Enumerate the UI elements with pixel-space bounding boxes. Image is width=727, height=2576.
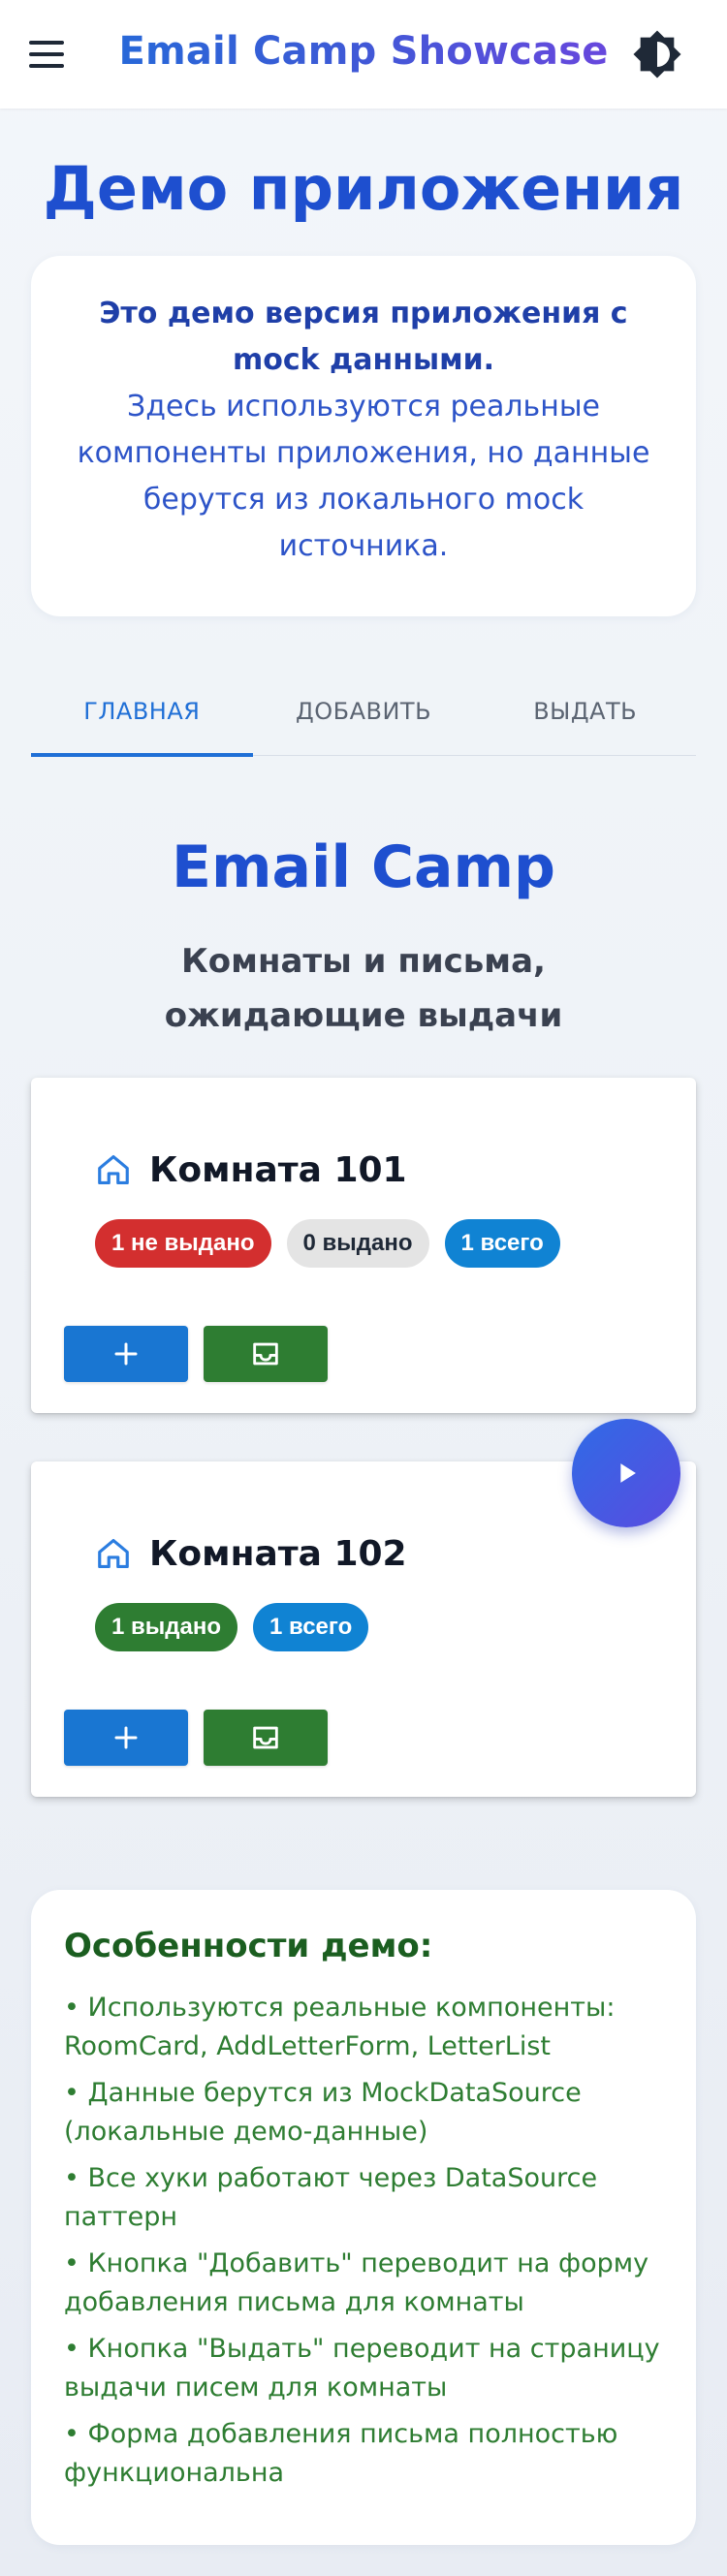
room-status-chips: 1 выдано 1 всего [95,1603,369,1651]
list-item: • Все хуки работают через DataSource пат… [64,2163,598,2232]
list-item: • Данные берутся из MockDataSource (лока… [64,2078,582,2147]
room-name: Комната 102 [149,1533,407,1574]
home-icon [98,1538,129,1569]
issued-badge: 1 выдано [95,1603,238,1651]
issued-badge: 0 выдано [286,1219,429,1268]
brand-title: Email Camp [171,833,555,901]
app-title: Email Camp Showcase [0,29,727,74]
list-item: • Используются реальные компоненты: Room… [64,1993,616,2061]
plus-icon [114,1342,138,1366]
inbox-icon [253,1342,278,1366]
room-status-chips: 1 не выдано 0 выдано 1 всего [95,1219,560,1268]
room-header: Комната 101 [95,1146,407,1194]
section-subtitle: Комнаты и письма, ожидающие выдачи [164,942,563,1035]
list-item: • Кнопка "Выдать" переводит на страницу … [64,2334,660,2403]
add-letter-button[interactable] [64,1710,188,1766]
brightness-icon[interactable] [632,29,682,79]
inbox-icon [253,1726,278,1749]
app-bar: Email Camp Showcase [0,0,727,109]
total-badge: 1 всего [253,1603,369,1651]
demo-info-text: Здесь используются реальные компоненты п… [77,390,650,563]
tab-issue[interactable]: ВЫДАТЬ [474,667,696,755]
page-title: Демо приложения [43,153,684,224]
demo-info-heading: Это демо версия приложения с mock данным… [99,297,628,377]
features-list: • Используются реальные компоненты: Room… [64,1989,663,2493]
demo-features-card: Особенности демо: • Используются реальны… [31,1890,696,2545]
list-item: • Форма добавления письма полностью функ… [64,2419,618,2488]
tab-add[interactable]: ДОБАВИТЬ [253,667,475,755]
room-header: Комната 102 [95,1529,407,1578]
demo-info-card: Это демо версия приложения с mock данным… [31,256,696,616]
room-name: Комната 101 [149,1149,407,1190]
tab-bar: ГЛАВНАЯ ДОБАВИТЬ ВЫДАТЬ [31,667,696,757]
room-actions [64,1710,328,1766]
room-actions [64,1326,328,1382]
list-item: • Кнопка "Добавить" переводит на форму д… [64,2248,649,2317]
play-fab-button[interactable] [572,1419,680,1527]
total-badge: 1 всего [444,1219,560,1268]
plus-icon [114,1726,138,1749]
features-title: Особенности демо: [64,1927,433,1965]
not-issued-badge: 1 не выдано [95,1219,271,1268]
issue-letters-button[interactable] [204,1710,328,1766]
tab-home[interactable]: ГЛАВНАЯ [31,667,253,757]
add-letter-button[interactable] [64,1326,188,1382]
play-icon [620,1463,636,1483]
issue-letters-button[interactable] [204,1326,328,1382]
home-icon [98,1154,129,1185]
room-card: Комната 101 1 не выдано 0 выдано 1 всего [31,1078,696,1413]
